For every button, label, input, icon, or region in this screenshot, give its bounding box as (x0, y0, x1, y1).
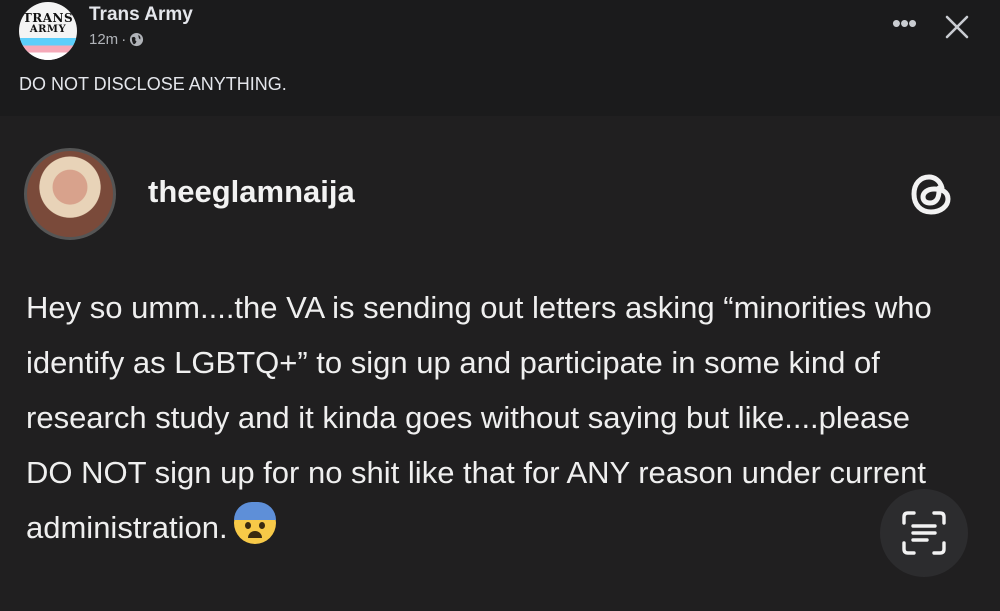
page-avatar[interactable]: TRANS ARMY (19, 2, 77, 60)
post-time[interactable]: 12m (89, 31, 118, 48)
threads-user-avatar (24, 148, 116, 240)
scan-text-icon (902, 511, 946, 555)
threads-logo-icon (911, 174, 951, 215)
scan-text-button[interactable] (880, 489, 968, 577)
avatar-logo-text: TRANS (22, 11, 74, 25)
avatar-logo-text: ARMY (29, 24, 67, 35)
page-name[interactable]: Trans Army (89, 4, 193, 26)
more-options-button[interactable]: ••• (882, 10, 926, 40)
threads-post-text: Hey so umm....the VA is sending out lett… (26, 280, 956, 555)
anxious-face-with-sweat-emoji-icon (233, 502, 276, 544)
post-meta: 12m · (89, 31, 144, 48)
meta-separator: · (121, 31, 127, 48)
threads-post-body: Hey so umm....the VA is sending out lett… (26, 290, 932, 545)
post-caption: DO NOT DISCLOSE ANYTHING. (19, 74, 287, 94)
shared-threads-screenshot[interactable]: theeglamnaija Hey so umm....the VA is se… (0, 116, 1000, 611)
post-header: TRANS ARMY Trans Army 12m · ••• (0, 0, 1000, 60)
trans-flag-icon (19, 38, 77, 60)
globe-icon (130, 32, 144, 47)
close-button[interactable] (938, 8, 976, 46)
threads-username: theeglamnaija (148, 174, 355, 209)
close-icon (945, 15, 969, 39)
